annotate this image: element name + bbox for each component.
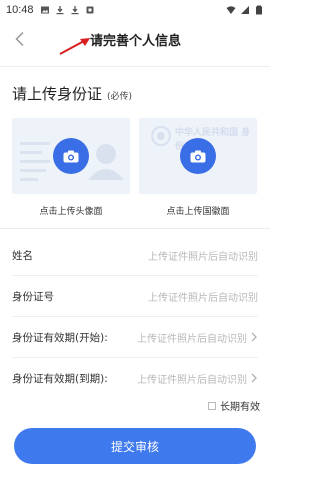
camera-button-front[interactable] [53,138,89,174]
status-time: 10:48 [6,4,34,16]
header-divider [0,66,270,67]
form-row-valid-start[interactable]: 身份证有效期(开始): 上传证件照片后自动识别 [12,317,258,357]
battery-icon [256,5,262,15]
form-label: 身份证有效期(开始): [12,331,108,344]
long-term-label: 长期有效 [220,402,260,413]
form-value: 上传证件照片后自动识别 [148,251,258,263]
form-value: 上传证件照片后自动识别 [137,371,258,386]
page-title: 请完善个人信息 [90,34,182,49]
wifi-icon [226,6,236,14]
id-front-upload[interactable] [12,118,130,194]
download-icon [71,6,79,15]
long-term-valid-toggle[interactable]: 长期有效 [208,398,260,413]
chevron-right-icon [251,373,257,383]
id-front-upload-label: 点击上传头像面 [39,207,103,217]
camera-icon [63,150,79,162]
submit-review-button[interactable]: 提交审核 [14,428,256,464]
form-row-valid-end[interactable]: 身份证有效期(到期): 上传证件照片后自动识别 [12,358,258,398]
signal-icon [241,6,249,14]
back-button[interactable] [8,26,32,52]
form-value: 上传证件照片后自动识别 [148,292,258,304]
status-system-icons [226,5,264,15]
form-label: 姓名 [12,249,33,262]
form-label: 身份证号 [12,290,54,303]
back-arrow-icon [15,31,24,47]
id-back-upload-label: 点击上传国徽面 [166,207,230,217]
form-label: 身份证有效期(到期): [12,372,108,385]
camera-icon [190,150,206,162]
download-icon [56,6,64,15]
chevron-right-icon [251,332,257,342]
annotation-arrow-icon [59,38,90,55]
notification-icon [86,6,94,14]
status-notification-icons [40,5,95,15]
form-row-id-number[interactable]: 身份证号 上传证件照片后自动识别 [12,276,258,316]
upload-required-tag: (必传) [107,92,133,102]
status-bar: 10:48 [0,0,270,20]
upload-section-title: 请上传身份证 (必传) [12,83,132,104]
image-icon [40,6,49,14]
form-row-name[interactable]: 姓名 上传证件照片后自动识别 [12,235,258,275]
upload-divider [0,228,270,229]
form-value: 上传证件照片后自动识别 [137,330,258,345]
camera-button-back[interactable] [180,138,216,174]
upload-title: 请上传身份证 [12,85,103,103]
page-header: 请完善个人信息 [0,22,270,56]
long-term-checkbox[interactable] [208,401,216,410]
id-back-upload[interactable]: 中华人民共和国 身份证 [139,118,257,194]
